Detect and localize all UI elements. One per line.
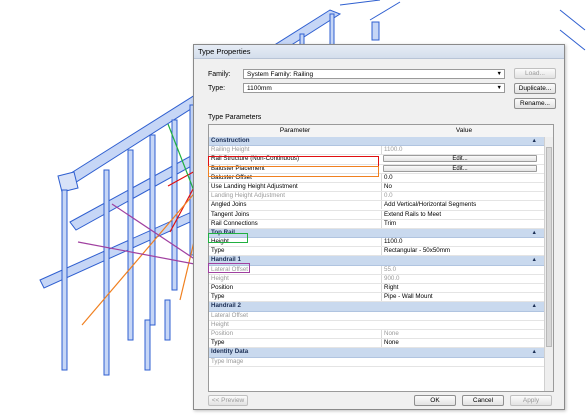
type-parameters-label: Type Parameters <box>208 114 262 121</box>
edit-button[interactable]: Edit... <box>383 164 537 172</box>
edit-button[interactable]: Edit... <box>383 155 537 163</box>
parameter-name: Rail Connections <box>211 219 258 227</box>
group-row[interactable]: Identity Data ▲ <box>209 348 553 358</box>
parameter-name: Railing Height <box>211 146 250 154</box>
scrollbar-thumb[interactable] <box>546 147 552 347</box>
rename-button[interactable]: Rename... <box>514 98 556 109</box>
parameter-value[interactable]: 0.0 <box>381 173 544 182</box>
group-label: Handrail 2 <box>211 302 241 310</box>
parameter-value[interactable]: Right <box>381 284 544 292</box>
parameter-row[interactable]: Position Right <box>209 284 553 294</box>
parameters-grid: Parameter Value Construction ▲ Railing Hei… <box>208 124 554 392</box>
parameter-name: Type <box>211 247 225 255</box>
collapse-icon[interactable]: ▲ <box>532 302 537 310</box>
group-row[interactable]: Handrail 2 ▲ <box>209 302 553 312</box>
parameter-row[interactable]: Lateral Offset 55.0 <box>209 265 553 275</box>
parameter-name: Type <box>211 339 225 347</box>
collapse-icon[interactable]: ▲ <box>532 348 537 356</box>
parameter-name: Type <box>211 293 225 301</box>
group-label: Identity Data <box>211 348 249 356</box>
parameter-row[interactable]: Lateral Offset <box>209 312 553 321</box>
parameter-value[interactable]: Trim <box>381 219 544 228</box>
parameter-value[interactable]: 55.0 <box>381 265 544 274</box>
group-label: Top Rail <box>211 228 235 236</box>
parameter-value[interactable]: Extend Rails to Meet <box>381 210 544 219</box>
type-properties-dialog: Type Properties Family: System Family: R… <box>193 44 565 410</box>
parameter-row[interactable]: Type Pipe - Wall Mount <box>209 293 553 303</box>
grid-scrollbar[interactable] <box>544 137 553 391</box>
parameter-name: Rail Structure (Non-Continuous) <box>211 155 300 163</box>
parameter-row[interactable]: Rail Structure (Non-Continuous) Edit... <box>209 155 553 165</box>
parameter-name: Lateral Offset <box>211 311 249 319</box>
parameter-name: Tangent Joins <box>211 210 250 218</box>
duplicate-button[interactable]: Duplicate... <box>514 83 556 94</box>
group-row[interactable]: Construction ▲ <box>209 137 553 147</box>
parameter-name: Height <box>211 320 229 328</box>
parameter-row[interactable]: Rail Connections Trim <box>209 219 553 229</box>
parameter-name: Angled Joins <box>211 201 247 209</box>
parameter-row[interactable]: Type None <box>209 339 553 349</box>
grid-body: Construction ▲ Railing Height 1100.0 Rail St… <box>209 137 553 367</box>
type-value: 1100mm <box>247 85 272 92</box>
parameter-value[interactable]: 0.0 <box>381 192 544 201</box>
parameter-name: Position <box>211 284 234 291</box>
parameter-name: Height <box>211 274 229 282</box>
parameter-name: Lateral Offset <box>211 265 249 273</box>
parameter-row[interactable]: Landing Height Adjustment 0.0 <box>209 192 553 202</box>
parameter-row[interactable]: Angled Joins Add Vertical/Horizontal Segm… <box>209 201 553 211</box>
chevron-down-icon: ▼ <box>496 85 502 91</box>
parameter-row[interactable]: Baluster Offset 0.0 <box>209 173 553 183</box>
group-row[interactable]: Handrail 1 ▲ <box>209 256 553 266</box>
parameter-row[interactable]: Position None <box>209 329 553 340</box>
collapse-icon[interactable]: ▲ <box>532 137 537 145</box>
family-dropdown[interactable]: System Family: Railing ▼ <box>243 69 505 79</box>
group-row[interactable]: Top Rail ▲ <box>209 228 553 239</box>
collapse-icon[interactable]: ▲ <box>532 229 537 237</box>
parameter-row[interactable]: Height 900.0 <box>209 274 553 284</box>
parameter-value[interactable]: Rectangular - 50x50mm <box>381 247 544 256</box>
parameter-row[interactable]: Railing Height 1100.0 <box>209 146 553 156</box>
parameter-row[interactable]: Type Image <box>209 358 553 367</box>
parameter-name: Height <box>211 238 229 246</box>
model-top-rail-end <box>57 171 79 193</box>
dialog-title: Type Properties <box>198 47 251 56</box>
group-label: Construction <box>211 137 250 144</box>
collapse-icon[interactable]: ▲ <box>532 256 537 264</box>
family-value: System Family: Railing <box>247 71 314 78</box>
parameter-value[interactable]: 1100.0 <box>381 146 544 155</box>
parameter-row[interactable]: Use Landing Height Adjustment No <box>209 182 553 193</box>
parameter-value[interactable]: None <box>381 329 544 338</box>
parameter-name: Baluster Placement <box>211 164 265 172</box>
parameter-row[interactable]: Baluster Placement Edit... <box>209 164 553 174</box>
parameter-name: Position <box>211 329 234 337</box>
parameter-value[interactable]: 900.0 <box>381 274 544 283</box>
parameter-name: Baluster Offset <box>211 173 252 181</box>
col-value-header[interactable]: Value <box>381 127 547 134</box>
preview-button[interactable]: << Preview <box>208 395 248 406</box>
parameter-row[interactable]: Height 1100.0 <box>209 238 553 248</box>
cancel-button[interactable]: Cancel <box>462 395 504 406</box>
parameter-value[interactable]: Pipe - Wall Mount <box>381 293 544 302</box>
parameter-name: Type Image <box>211 357 244 365</box>
parameter-value[interactable]: Add Vertical/Horizontal Segments <box>381 201 544 210</box>
dialog-titlebar: Type Properties <box>194 45 564 59</box>
parameter-name: Landing Height Adjustment <box>211 192 285 200</box>
parameter-row[interactable]: Type Rectangular - 50x50mm <box>209 247 553 257</box>
ok-button[interactable]: OK <box>414 395 456 406</box>
col-parameter-header[interactable]: Parameter <box>209 127 381 134</box>
chevron-down-icon: ▼ <box>496 71 502 77</box>
parameter-value[interactable]: None <box>381 339 544 348</box>
group-label: Handrail 1 <box>211 256 241 264</box>
type-dropdown[interactable]: 1100mm ▼ <box>243 83 505 93</box>
parameter-row[interactable]: Tangent Joins Extend Rails to Meet <box>209 210 553 220</box>
family-label: Family: <box>208 71 231 78</box>
apply-button[interactable]: Apply <box>510 395 552 406</box>
type-label: Type: <box>208 85 226 92</box>
parameter-row[interactable]: Height <box>209 321 553 330</box>
load-button[interactable]: Load... <box>514 68 556 79</box>
parameter-value[interactable]: No <box>381 182 544 191</box>
parameter-name: Use Landing Height Adjustment <box>211 182 298 190</box>
parameter-value[interactable]: 1100.0 <box>381 238 544 247</box>
